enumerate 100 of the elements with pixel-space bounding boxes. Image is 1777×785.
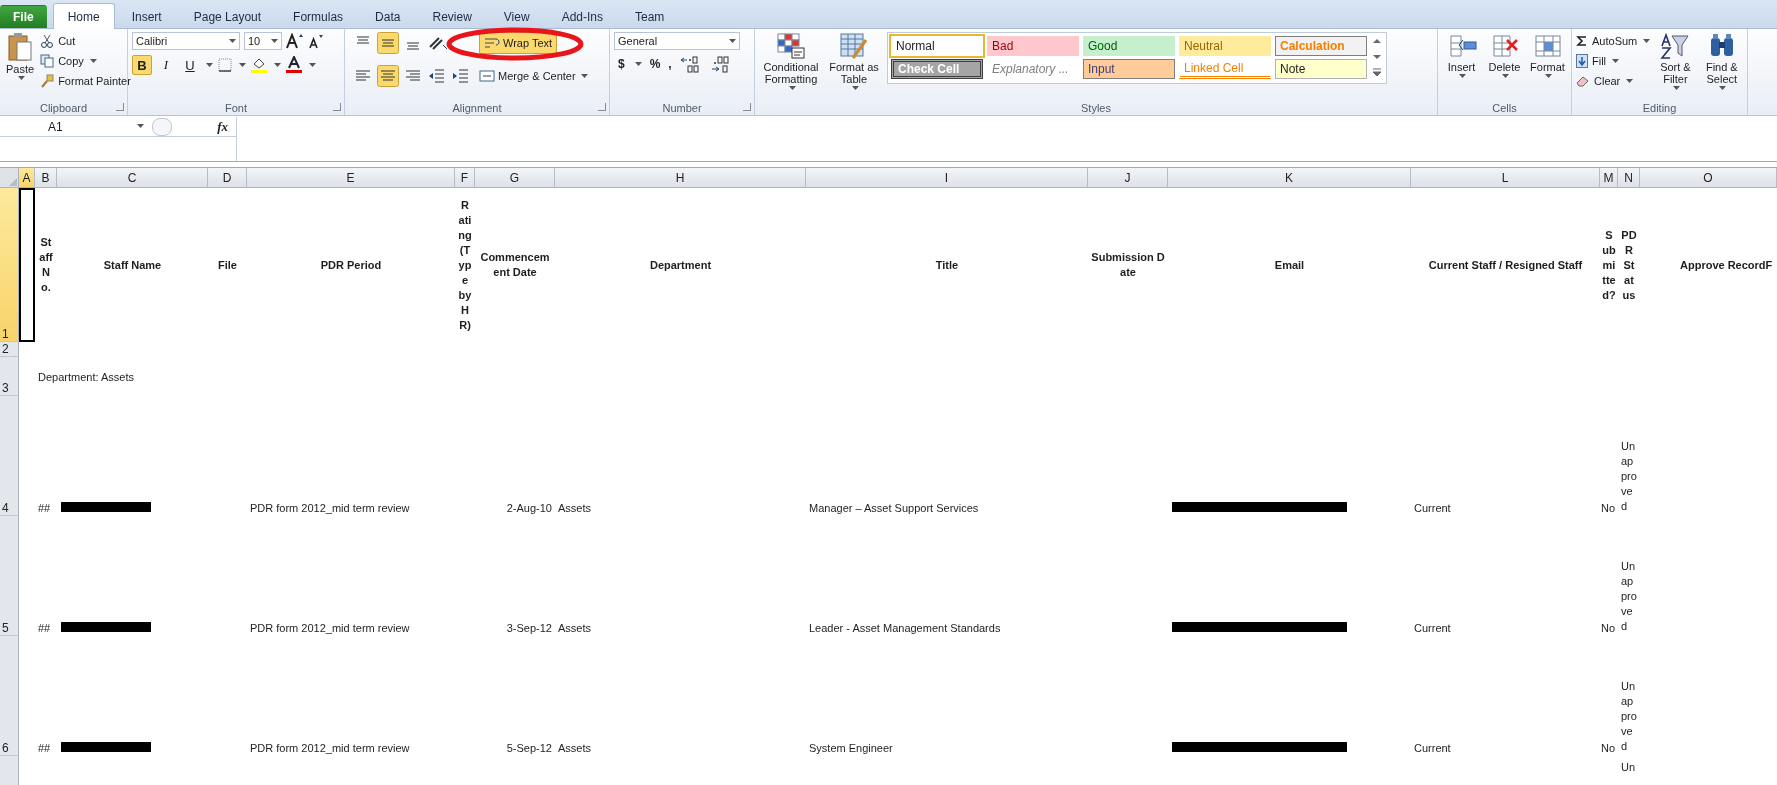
comma-button[interactable]: , — [668, 57, 672, 71]
number-format-field[interactable]: General — [614, 32, 740, 50]
caret-icon[interactable] — [137, 124, 144, 129]
column-header[interactable]: O — [1640, 168, 1777, 188]
formula-bar-handle[interactable] — [152, 117, 172, 136]
caret-icon[interactable] — [229, 38, 236, 44]
ribbon-tab[interactable]: Insert — [116, 5, 177, 28]
caret-icon[interactable] — [1612, 58, 1620, 64]
font-size-field[interactable]: 10 — [244, 32, 282, 50]
selected-cell[interactable] — [19, 188, 35, 342]
row-header[interactable]: 6 — [0, 636, 19, 756]
ribbon-tab[interactable]: Team — [620, 5, 680, 28]
increase-decimal-icon[interactable] — [679, 55, 702, 73]
ribbon-tab[interactable]: Page Layout — [178, 5, 277, 28]
caret-icon[interactable] — [89, 58, 97, 64]
column-header[interactable]: J — [1088, 168, 1168, 188]
cell-style-option[interactable]: Good — [1083, 36, 1175, 56]
borders-icon[interactable] — [217, 57, 233, 73]
format-as-table-button[interactable]: Format as Table — [827, 32, 881, 91]
file-tab[interactable]: File — [0, 5, 47, 28]
bold-button[interactable]: B — [132, 55, 152, 75]
dialog-launcher-icon[interactable] — [743, 103, 751, 111]
row-header[interactable]: 3 — [0, 357, 19, 396]
find-select-button[interactable]: Find & Select — [1700, 32, 1743, 91]
caret-icon[interactable] — [271, 38, 278, 44]
align-middle-icon[interactable] — [377, 32, 399, 54]
autosum-button[interactable]: AutoSum — [1576, 32, 1651, 50]
ribbon-tab[interactable]: Home — [52, 3, 115, 29]
cell-style-option[interactable]: Bad — [987, 36, 1079, 56]
grow-font-icon[interactable] — [286, 33, 304, 49]
row-header[interactable]: 4 — [0, 396, 19, 516]
caret-icon[interactable] — [1626, 78, 1634, 84]
column-header[interactable]: L — [1411, 168, 1600, 188]
caret-icon[interactable] — [634, 61, 642, 67]
column-header[interactable]: F — [455, 168, 475, 188]
name-box[interactable]: A1 — [0, 117, 150, 137]
caret-icon[interactable] — [1502, 74, 1509, 79]
cell-style-option[interactable]: Neutral — [1179, 36, 1271, 56]
decrease-decimal-icon[interactable] — [709, 55, 732, 73]
clear-button[interactable]: Clear — [1576, 72, 1651, 90]
cell-style-option[interactable]: Note — [1275, 59, 1367, 79]
fill-button[interactable]: Fill — [1576, 52, 1651, 70]
dialog-launcher-icon[interactable] — [333, 103, 341, 111]
caret-icon[interactable] — [1719, 86, 1727, 91]
fill-color-icon[interactable] — [250, 56, 268, 74]
caret-icon[interactable] — [274, 62, 281, 68]
column-header[interactable]: H — [555, 168, 806, 188]
caret-icon[interactable] — [1459, 74, 1466, 79]
underline-button[interactable]: U — [180, 55, 200, 75]
insert-cells-button[interactable]: Insert — [1442, 32, 1481, 79]
caret-icon[interactable] — [1545, 74, 1552, 79]
ribbon-tab[interactable]: Review — [417, 5, 487, 28]
caret-icon[interactable] — [1672, 86, 1680, 91]
column-header[interactable]: I — [806, 168, 1088, 188]
cell-style-option[interactable]: Input — [1083, 59, 1175, 79]
increase-indent-icon[interactable] — [451, 66, 471, 86]
dialog-launcher-icon[interactable] — [116, 103, 124, 111]
caret-icon[interactable] — [239, 62, 246, 68]
format-cells-button[interactable]: Format — [1528, 32, 1567, 79]
row-header[interactable]: 1 — [0, 188, 19, 342]
currency-button[interactable]: $ — [618, 57, 625, 71]
percent-button[interactable]: % — [649, 57, 661, 71]
caret-icon[interactable] — [580, 73, 588, 79]
align-center-icon[interactable] — [377, 65, 399, 87]
paste-button[interactable]: Paste — [4, 32, 37, 81]
caret-icon[interactable] — [788, 86, 796, 91]
cell-style-option[interactable]: Explanatory ... — [987, 59, 1079, 79]
column-header[interactable]: N — [1618, 168, 1640, 188]
sort-filter-button[interactable]: Sort & Filter — [1654, 32, 1697, 91]
cut-button[interactable]: Cut — [40, 32, 131, 50]
caret-icon[interactable] — [851, 86, 859, 91]
row-header[interactable]: 5 — [0, 516, 19, 636]
caret-icon[interactable] — [729, 38, 736, 44]
column-header[interactable]: G — [475, 168, 555, 188]
wrap-text-button[interactable]: Wrap Text — [479, 32, 558, 54]
ribbon-tab[interactable]: View — [488, 5, 545, 28]
insert-function-button[interactable]: fx — [217, 118, 228, 135]
column-header[interactable]: D — [208, 168, 247, 188]
column-header[interactable]: K — [1168, 168, 1411, 188]
decrease-indent-icon[interactable] — [427, 66, 447, 86]
ribbon-tab[interactable]: Add-Ins — [546, 5, 618, 28]
row-header[interactable]: 2 — [0, 342, 19, 357]
font-color-icon[interactable] — [285, 56, 303, 74]
format-painter-button[interactable]: Format Painter — [40, 72, 131, 90]
caret-icon[interactable] — [206, 62, 213, 68]
caret-icon[interactable] — [1643, 38, 1651, 44]
column-header[interactable]: C — [57, 168, 208, 188]
column-header[interactable]: A — [19, 168, 35, 188]
conditional-formatting-button[interactable]: Conditional Formatting — [759, 32, 823, 91]
caret-icon[interactable] — [309, 62, 316, 68]
merge-center-button[interactable]: Merge & Center — [479, 69, 588, 83]
italic-button[interactable]: I — [156, 55, 176, 75]
shrink-font-icon[interactable] — [308, 33, 324, 49]
copy-button[interactable]: Copy — [40, 52, 131, 70]
delete-cells-button[interactable]: Delete — [1485, 32, 1524, 79]
caret-icon[interactable] — [17, 76, 25, 81]
column-header[interactable]: B — [35, 168, 57, 188]
dialog-launcher-icon[interactable] — [598, 103, 606, 111]
column-header[interactable]: E — [247, 168, 455, 188]
column-header[interactable]: M — [1600, 168, 1618, 188]
